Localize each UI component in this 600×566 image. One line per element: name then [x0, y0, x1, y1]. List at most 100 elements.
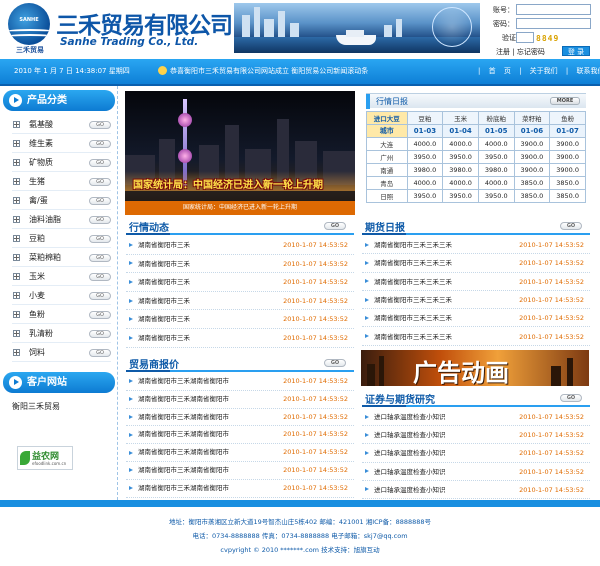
captcha-image[interactable]: 8849	[536, 34, 562, 44]
more-button[interactable]: GO	[560, 394, 582, 402]
sidebar-item[interactable]: 生猪 GO	[12, 172, 111, 191]
more-button[interactable]: GO	[560, 222, 582, 230]
sidebar-item[interactable]: 饲料 GO	[12, 343, 111, 362]
list-item[interactable]: 湖南省衡阳市三禾三禾三禾 2010-1-07 14:53:52	[362, 254, 590, 273]
headline-photo[interactable]: 国家统计局：中国经济已进入新一轮上升期 国家统计局：中国经济已进入新一轮上升期	[125, 91, 355, 215]
company-logo[interactable]: SANHE	[8, 3, 50, 45]
go-button[interactable]: GO	[89, 254, 111, 262]
list-item[interactable]: 湖南省衡阳市三禾湖南省衡阳市 2010-1-07 14:53:52	[126, 426, 354, 445]
go-button[interactable]: GO	[89, 235, 111, 243]
go-button[interactable]: GO	[89, 349, 111, 357]
list-item[interactable]: 湖南省衡阳市三禾 2010-1-07 14:53:52	[126, 255, 354, 274]
list-item[interactable]: 湖南省衡阳市三禾湖南省衡阳市 2010-1-07 14:53:52	[126, 391, 354, 409]
list-item[interactable]: 湖南省衡阳市三禾湖南省衡阳市 2010-1-07 14:53:52	[126, 444, 354, 462]
list-item-title: 湖南省衡阳市三禾湖南省衡阳市	[138, 377, 229, 385]
list-item[interactable]: 湖南省衡阳市三禾三禾三禾 2010-1-07 14:53:52	[362, 291, 590, 310]
go-button[interactable]: GO	[89, 197, 111, 205]
arrow-icon	[129, 317, 133, 322]
sidebar-item[interactable]: 豆粕 GO	[12, 229, 111, 248]
market-price-table: 进口大豆 豆粕 玉米 粉底粕 菜籽粕 鱼粉 城市 01-03 01-04 01-05 01-06 01…	[366, 111, 586, 203]
nav-home-2[interactable]: 页	[504, 67, 511, 75]
list-item[interactable]: 湖南省衡阳市三禾湖南省衡阳市 2010-1-07 14:53:52	[126, 373, 354, 391]
expand-icon	[13, 140, 20, 147]
ad-silhouette	[551, 366, 561, 386]
login-button[interactable]: 登 录	[562, 46, 590, 56]
sidebar-item[interactable]: 油料油脂 GO	[12, 210, 111, 229]
list-item[interactable]: 进口轴承温度检查小知识 2010-1-07 14:53:52	[362, 481, 590, 499]
sidebar-item[interactable]: 小麦 GO	[12, 286, 111, 305]
nav-home-1[interactable]: 首	[489, 67, 496, 75]
price-cell: 4000.0	[406, 176, 444, 190]
list-item-date: 2010-1-07 14:53:52	[519, 467, 584, 476]
city-cell: 青岛	[366, 176, 408, 190]
list-item[interactable]: 进口轴承温度检查小知识 2010-1-07 14:53:52	[362, 408, 590, 427]
table-row: 广州 3950.0 3950.0 3950.0 3900.0 3900.0	[366, 150, 586, 164]
partner-logo[interactable]: 益农网 efoodlink.com.cn	[17, 446, 73, 470]
go-button[interactable]: GO	[89, 121, 111, 129]
captcha-input[interactable]	[516, 32, 534, 43]
column-header: 鱼粉	[549, 111, 586, 125]
sidebar-item[interactable]: 鱼粉 GO	[12, 305, 111, 324]
sidebar-item[interactable]: 乳清粉 GO	[12, 324, 111, 343]
nav-contact[interactable]: 联系我们	[576, 67, 600, 75]
section-research: 证券与期货研究 GO	[362, 391, 590, 407]
list-item[interactable]: 湖南省衡阳市三禾湖南省衡阳市 2010-1-07 14:53:52	[126, 409, 354, 427]
list-item[interactable]: 进口轴承温度检查小知识 2010-1-07 14:53:52	[362, 463, 590, 481]
go-button[interactable]: GO	[89, 292, 111, 300]
more-button[interactable]: GO	[324, 222, 346, 230]
list-item[interactable]: 进口轴承温度检查小知识 2010-1-07 14:53:52	[362, 444, 590, 463]
list-item-title: 湖南省衡阳市三禾湖南省衡阳市	[138, 412, 229, 421]
list-item[interactable]: 湖南省衡阳市三禾三禾三禾 2010-1-07 14:53:52	[362, 273, 590, 291]
list-item[interactable]: 湖南省衡阳市三禾 2010-1-07 14:53:52	[126, 310, 354, 329]
sidebar-item[interactable]: 矿物质 GO	[12, 153, 111, 172]
more-button[interactable]: MORE	[550, 97, 580, 105]
list-item[interactable]: 湖南省衡阳市三禾 2010-1-07 14:53:52	[126, 273, 354, 292]
list-item[interactable]: 湖南省衡阳市三禾三禾三禾 2010-1-07 14:53:52	[362, 328, 590, 346]
list-item[interactable]: 湖南省衡阳市三禾三禾三禾 2010-1-07 14:53:52	[362, 309, 590, 328]
news-marquee[interactable]: 恭喜衡阳市三禾贸易有限公司网站成立 衡阳贸易公司新闻滚动条	[170, 66, 368, 76]
list-item-date: 2010-1-07 14:53:52	[519, 259, 584, 268]
trader-quotes-list: 湖南省衡阳市三禾湖南省衡阳市 2010-1-07 14:53:52 湖南省衡阳市三禾…	[126, 373, 354, 499]
column-header: 进口大豆	[366, 111, 408, 125]
list-item-title: 湖南省衡阳市三禾	[138, 334, 190, 342]
list-item[interactable]: 湖南省衡阳市三禾 2010-1-07 14:53:52	[126, 292, 354, 311]
go-button[interactable]: GO	[89, 216, 111, 224]
company-name-cn: 三禾贸易有限公司	[56, 12, 233, 39]
go-button[interactable]: GO	[89, 140, 111, 148]
register-link[interactable]: 注册	[496, 48, 510, 56]
go-button[interactable]: GO	[89, 273, 111, 281]
list-item-title: 湖南省衡阳市三禾湖南省衡阳市	[138, 430, 229, 439]
sidebar-item[interactable]: 玉米 GO	[12, 267, 111, 286]
product-category-header: 产品分类	[3, 90, 115, 111]
list-item[interactable]: 湖南省衡阳市三禾湖南省衡阳市 2010-1-07 14:53:52	[126, 480, 354, 498]
footer: 地址：衡阳市蒸湘区立新大道19号智杰山庄5栋402 邮编：421001 湘ICP…	[0, 515, 600, 557]
announcement-icon	[158, 66, 167, 75]
more-button[interactable]: GO	[324, 359, 346, 367]
nav-about[interactable]: 关于我们	[530, 67, 558, 75]
date-cell: 01-07	[549, 124, 586, 138]
banner-building	[396, 19, 402, 37]
go-button[interactable]: GO	[89, 178, 111, 186]
list-item[interactable]: 湖南省衡阳市三禾湖南省衡阳市 2010-1-07 14:53:52	[126, 462, 354, 480]
go-button[interactable]: GO	[89, 159, 111, 167]
go-button[interactable]: GO	[89, 330, 111, 338]
sidebar-item[interactable]: 禽/蛋 GO	[12, 191, 111, 210]
ad-banner[interactable]: 广告动画	[361, 350, 589, 386]
sidebar-item[interactable]: 氨基酸 GO	[12, 115, 111, 134]
section-trader-quotes: 贸易商报价 GO	[126, 356, 354, 372]
forgot-password-link[interactable]: 忘记密码	[517, 48, 545, 56]
password-input[interactable]	[516, 18, 591, 29]
customer-site-link[interactable]: 衡阳三禾贸易	[12, 401, 117, 412]
arrow-icon	[9, 94, 22, 107]
list-item[interactable]: 进口轴承温度检查小知识 2010-1-07 14:53:52	[362, 426, 590, 445]
list-item[interactable]: 湖南省衡阳市三禾 2010-1-07 14:53:52	[126, 236, 354, 255]
price-cell: 3950.0	[477, 189, 515, 203]
list-item[interactable]: 湖南省衡阳市三禾 2010-1-07 14:53:52	[126, 329, 354, 348]
photo-title-bar[interactable]: 国家统计局：中国经济已进入新一轮上升期	[125, 201, 355, 215]
account-input[interactable]	[516, 4, 591, 15]
sidebar-item[interactable]: 菜粕棉粕 GO	[12, 248, 111, 267]
go-button[interactable]: GO	[89, 311, 111, 319]
sidebar-item-label: 生猪	[29, 177, 45, 186]
sidebar-item[interactable]: 维生素 GO	[12, 134, 111, 153]
list-item[interactable]: 湖南省衡阳市三禾三禾三禾 2010-1-07 14:53:52	[362, 236, 590, 255]
